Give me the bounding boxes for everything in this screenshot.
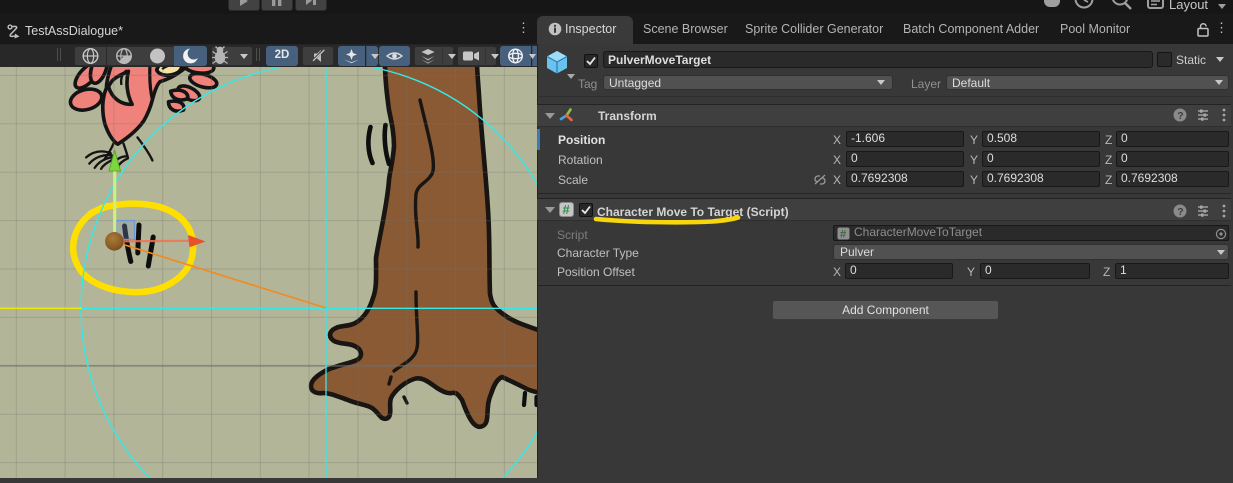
svg-text:#: # xyxy=(563,202,571,217)
svg-text:#: # xyxy=(840,229,846,241)
svg-text:?: ? xyxy=(1177,206,1183,218)
svg-text:?: ? xyxy=(1177,110,1183,122)
svg-text:Layout: Layout xyxy=(1169,0,1208,12)
